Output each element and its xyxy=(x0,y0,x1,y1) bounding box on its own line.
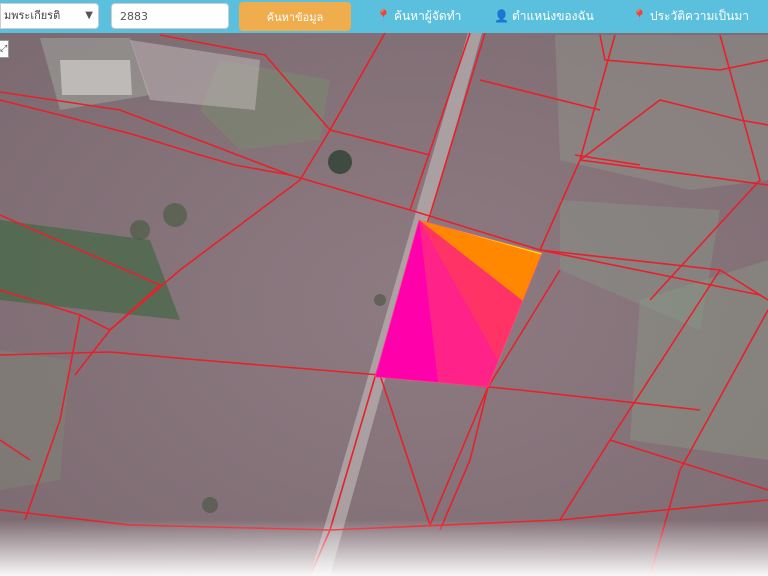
province-select[interactable]: มพระเกียรติ ▼ xyxy=(0,3,99,29)
pond xyxy=(328,150,352,174)
tree-clump xyxy=(202,497,218,513)
nav-link-my-location[interactable]: 👤 ตำแหน่งของฉัน xyxy=(494,7,594,26)
info-icon: 📍 xyxy=(632,9,647,23)
parcel-number-input[interactable] xyxy=(111,3,229,29)
nav-link-label: ตำแหน่งของฉัน xyxy=(511,9,594,23)
search-button[interactable]: ค้นหาข้อมูล xyxy=(239,2,351,31)
user-icon: 👤 xyxy=(494,9,509,23)
nav-link-label: ค้นหาผู้จัดทำ xyxy=(393,9,462,23)
tree-clump xyxy=(374,294,386,306)
top-toolbar: มพระเกียรติ ▼ ค้นหาข้อมูล 📍ค้นหาผู้จัดทำ… xyxy=(0,0,768,33)
province-select-value: มพระเกียรติ xyxy=(4,9,61,22)
tree-clump xyxy=(130,220,150,240)
nav-link-history[interactable]: 📍 ประวัติความเป็นมา xyxy=(632,7,749,26)
nav-link-label: ประวัติความเป็นมา xyxy=(649,9,749,23)
pin-icon: 📍 xyxy=(376,9,391,23)
tree-clump xyxy=(163,203,187,227)
bottom-fade xyxy=(0,520,768,576)
expand-icon: ⤢ xyxy=(0,44,8,54)
nav-link-finder[interactable]: 📍 ค้นหาผู้จัดทำ xyxy=(376,7,461,26)
satellite-map[interactable] xyxy=(0,33,768,576)
chevron-down-icon: ▼ xyxy=(85,10,93,21)
bare-ground xyxy=(60,60,132,95)
fullscreen-control[interactable]: ⤢ xyxy=(0,40,9,58)
